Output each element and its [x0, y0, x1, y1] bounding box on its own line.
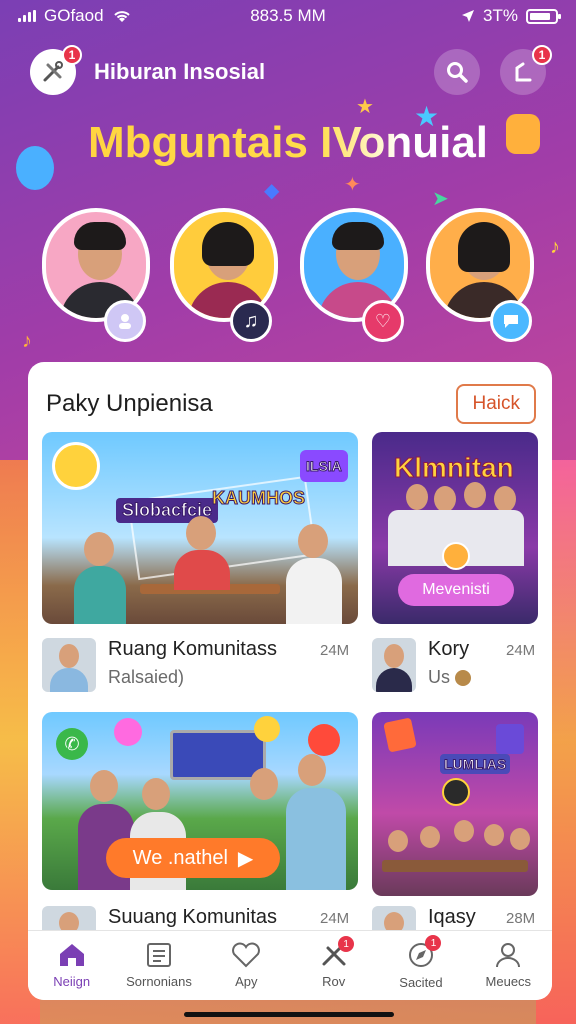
- document-icon: [146, 943, 171, 967]
- item-thumbnail: [372, 638, 416, 692]
- app-logo[interactable]: 1: [30, 45, 82, 95]
- tile-badge: ILSIA: [300, 450, 348, 482]
- tools-icon: [43, 61, 63, 82]
- status-time: 883.5 MM: [250, 6, 326, 25]
- list-item[interactable]: Kory Us: [372, 638, 472, 692]
- nav-label: Sornonians: [126, 974, 192, 989]
- nav-profile[interactable]: Meuecs: [465, 942, 552, 989]
- status-bar: GOfaod 883.5 MM 3T%: [0, 0, 576, 32]
- nav-home[interactable]: Neiign: [28, 942, 115, 989]
- search-icon: [447, 62, 468, 83]
- item-title: Kory: [428, 638, 470, 660]
- chevron-down-icon: [442, 542, 470, 570]
- item-subtitle: Us: [428, 667, 472, 688]
- battery-icon: [526, 8, 561, 24]
- community-card: Paky Unpienisa Haick Slobacfcie KAUMHOS …: [28, 362, 552, 1000]
- nav-label: Apy: [235, 974, 258, 989]
- community-tile[interactable]: LUMLIAS: [372, 712, 538, 896]
- home-icon: [59, 944, 84, 966]
- item-thumbnail: [42, 638, 96, 692]
- home-indicator[interactable]: [184, 1012, 394, 1017]
- mascot-icon: [16, 146, 54, 190]
- heart-icon[interactable]: ♡: [362, 300, 404, 342]
- nav-documents[interactable]: Sornonians: [115, 942, 202, 989]
- app-title: Hiburan Insosial: [94, 59, 266, 84]
- nav-label: Sacited: [399, 975, 443, 990]
- community-tile[interactable]: Slobacfcie KAUMHOS ILSIA: [42, 432, 358, 624]
- item-thumbnail: [372, 906, 416, 932]
- tile-title: Klmnitan: [394, 452, 515, 484]
- item-thumbnail: [42, 906, 96, 932]
- card-action-button[interactable]: Haick: [456, 384, 536, 424]
- star-icon: ✦: [344, 174, 361, 196]
- user-icon: [496, 943, 521, 968]
- community-tile[interactable]: Klmnitan Mevenisti: [372, 432, 538, 624]
- nav-tools[interactable]: 1 Rov: [290, 936, 377, 989]
- nav-label: Rov: [322, 974, 346, 989]
- user-icon[interactable]: [104, 300, 146, 342]
- tile-banner: LUMLIAS: [440, 754, 511, 774]
- bottom-navigation: Neiign Sornonians Apy 1 Rov 1 Sacited Me…: [28, 930, 552, 1000]
- tv-screen: [170, 730, 266, 780]
- notifications-button[interactable]: 1: [500, 45, 552, 95]
- phone-icon: ✆: [56, 728, 88, 760]
- nav-explore[interactable]: 1 Sacited: [377, 935, 464, 990]
- game-icon: [496, 724, 524, 754]
- tile-button[interactable]: Mevenisti: [398, 574, 514, 606]
- chat-bubble-icon: [308, 724, 340, 756]
- item-title: Iqasy: [428, 906, 476, 928]
- nav-label: Neiign: [53, 974, 91, 989]
- nav-badge: 1: [338, 936, 355, 952]
- logo-badge: 1: [62, 45, 82, 65]
- watch-now-label: We .nathel: [132, 846, 228, 869]
- table: [382, 860, 528, 872]
- nav-badge: 1: [425, 935, 442, 951]
- nav-label: Meuecs: [485, 974, 532, 989]
- app-header: 1 Hiburan Insosial 1: [0, 44, 576, 100]
- game-icon: [383, 717, 417, 753]
- star-icon: ★: [356, 96, 374, 118]
- coin-icon: [455, 670, 472, 687]
- item-count: 24M: [320, 910, 350, 927]
- notification-badge: 1: [532, 45, 552, 65]
- controller-icon: [442, 778, 470, 806]
- card-title: Paky Unpienisa: [46, 390, 213, 417]
- list-item[interactable]: Iqasy: [372, 906, 476, 932]
- item-count: 24M: [320, 642, 350, 659]
- search-button[interactable]: [434, 49, 480, 95]
- heart-icon: [232, 942, 261, 968]
- item-subtitle: Ralsaied): [108, 667, 185, 687]
- chat-bubble-icon: [114, 718, 142, 746]
- music-icon[interactable]: ♫: [230, 300, 272, 342]
- chat-icon[interactable]: [490, 300, 532, 342]
- watch-now-button[interactable]: We .nathel ▶: [106, 838, 280, 878]
- hero-title: Mbguntais IVonuial: [0, 118, 576, 168]
- play-icon: ▶: [237, 847, 254, 870]
- microphone-icon: [506, 114, 540, 154]
- star-icon: ★: [414, 101, 440, 132]
- featured-avatars: ♫ ♡: [0, 208, 576, 342]
- diamond-icon: ◆: [264, 180, 280, 202]
- community-tile[interactable]: ✆ We .nathel ▶: [42, 712, 358, 890]
- item-subtitle-text: Us: [428, 667, 450, 687]
- list-item[interactable]: Suuang Komunitas: [42, 906, 277, 932]
- item-title: Ruang Komunitass: [108, 638, 277, 660]
- corner-icon: [515, 62, 532, 82]
- nav-favorites[interactable]: Apy: [203, 942, 290, 989]
- chat-bubble-icon: [254, 716, 280, 742]
- item-title: Suuang Komunitas: [108, 906, 278, 928]
- thumb-avatar: [52, 442, 100, 490]
- list-item[interactable]: Ruang Komunitass Ralsaied): [42, 638, 277, 692]
- tile-banner: KAUMHOS: [212, 488, 306, 509]
- item-count: 24M: [506, 642, 536, 659]
- item-count: 28M: [506, 910, 536, 927]
